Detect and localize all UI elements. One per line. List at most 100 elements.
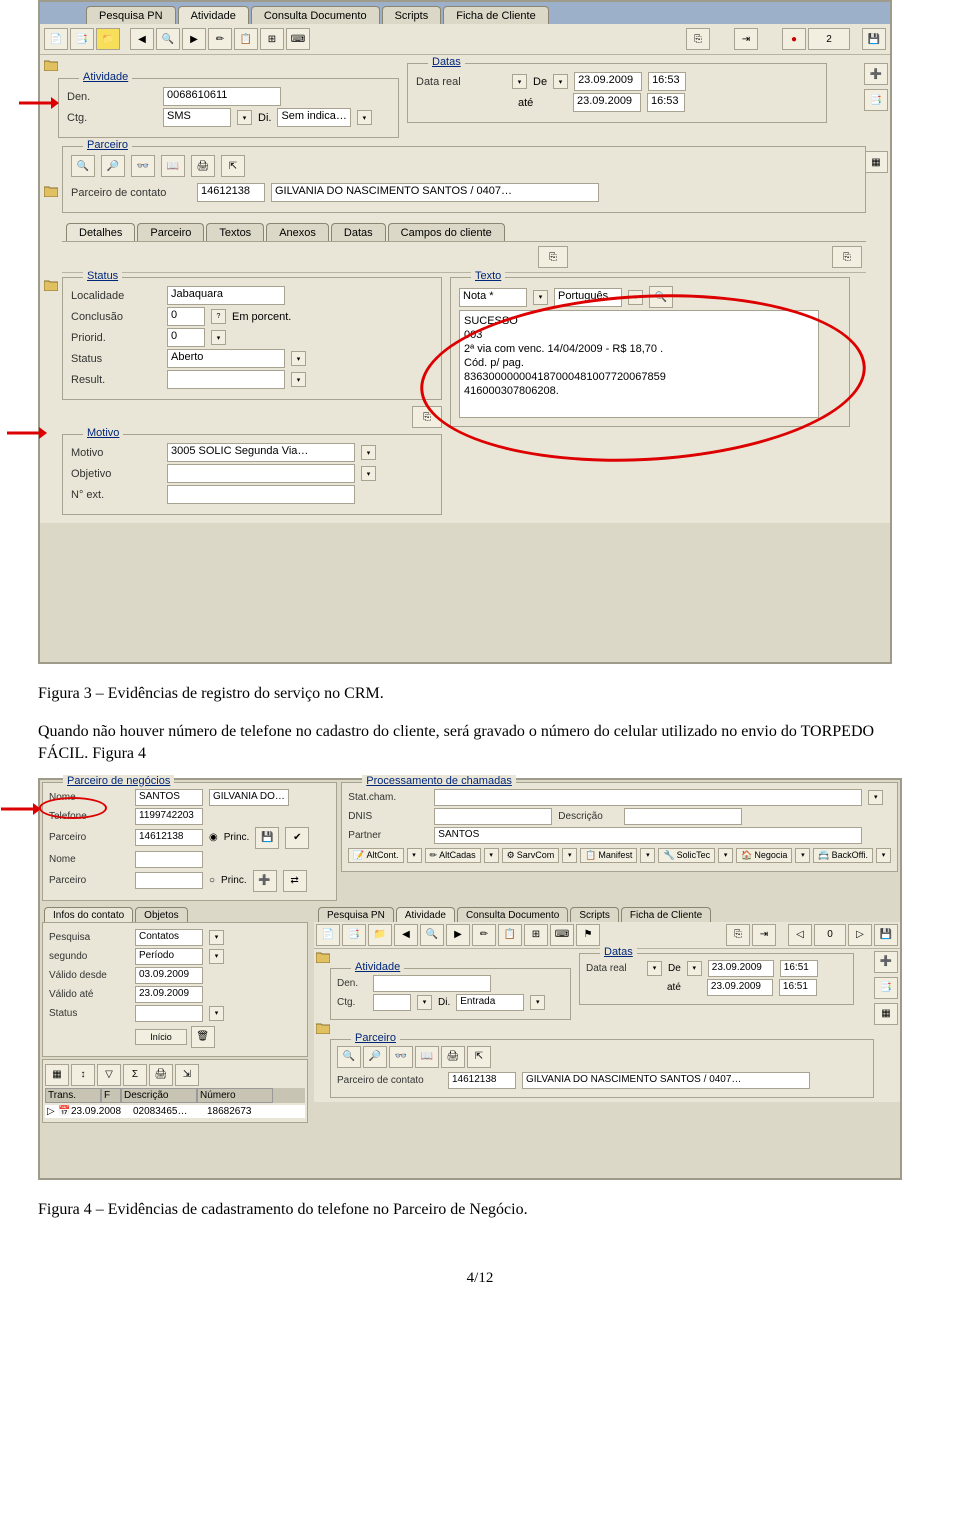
de-time-field[interactable]: 16:53: [648, 72, 686, 91]
action-negocia[interactable]: 🏠Negocia: [736, 848, 792, 863]
folder-icon[interactable]: [44, 59, 58, 71]
parceiro-name-field[interactable]: GILVANIA DO NASCIMENTO SANTOS / 0407…: [271, 183, 599, 202]
back-icon[interactable]: ◀: [130, 28, 154, 50]
kbd-icon[interactable]: ⌨: [286, 28, 310, 50]
table-row[interactable]: ▷ 📅 23.09.2008 02083465… 18682673: [45, 1105, 305, 1118]
dup-icon[interactable]: ⎘: [686, 28, 710, 50]
dup3-icon[interactable]: ⎘: [832, 246, 862, 268]
side-copy-icon[interactable]: 📑: [864, 89, 888, 111]
conclusao-field[interactable]: 0: [167, 307, 205, 326]
di-field[interactable]: Sem indica…: [277, 108, 350, 127]
prior-dropdown-icon[interactable]: ▾: [211, 330, 226, 345]
exp3-icon[interactable]: ⇱: [467, 1046, 491, 1068]
dup4-icon[interactable]: ⎘: [412, 406, 442, 428]
side-add2-icon[interactable]: ➕: [874, 951, 898, 973]
ctg-dropdown-icon[interactable]: ▾: [237, 110, 252, 125]
rtab-ficha[interactable]: Ficha de Cliente: [621, 907, 711, 922]
action-altcadas[interactable]: ✏AltCadas: [425, 848, 481, 863]
nota-field[interactable]: Nota *: [459, 288, 527, 307]
copy2-icon[interactable]: 📑: [342, 924, 366, 946]
back2-icon[interactable]: ◀: [394, 924, 418, 946]
objetivo-dropdown-icon[interactable]: ▾: [361, 466, 376, 481]
glasses-icon[interactable]: 👓: [131, 155, 155, 177]
forward-icon[interactable]: ▶: [182, 28, 206, 50]
date-icon[interactable]: ▾: [512, 74, 527, 89]
objetivo-field[interactable]: [167, 464, 355, 483]
filter-icon[interactable]: ▽: [97, 1064, 121, 1086]
den2-field[interactable]: [373, 975, 491, 992]
side-add-icon[interactable]: ➕: [864, 63, 888, 85]
out2-icon[interactable]: ⇥: [752, 924, 776, 946]
motivo-field[interactable]: 3005 SOLIC Segunda Via…: [167, 443, 355, 462]
export2-icon[interactable]: ⇲: [175, 1064, 199, 1086]
status2-field[interactable]: [135, 1005, 203, 1022]
save2-icon[interactable]: 💾: [874, 924, 898, 946]
book-icon[interactable]: 📖: [161, 155, 185, 177]
result-dropdown-icon[interactable]: ▾: [291, 372, 306, 387]
glass3-icon[interactable]: 👓: [389, 1046, 413, 1068]
print2-icon[interactable]: 🖨: [149, 1064, 173, 1086]
kbd2-icon[interactable]: ⌨: [550, 924, 574, 946]
find3-icon[interactable]: 🔍: [337, 1046, 361, 1068]
folder-icon[interactable]: [44, 185, 58, 197]
tab-scripts[interactable]: Scripts: [382, 6, 442, 24]
subtab-detalhes[interactable]: Detalhes: [66, 223, 135, 241]
print-icon[interactable]: 🖨: [191, 155, 215, 177]
export-icon[interactable]: ⇱: [221, 155, 245, 177]
parceiro-code-field[interactable]: 14612138: [197, 183, 265, 202]
ctg-field[interactable]: SMS: [163, 108, 231, 127]
save-partner-icon[interactable]: 💾: [255, 827, 279, 849]
list2-icon[interactable]: 📋: [498, 924, 522, 946]
side-grid2-icon[interactable]: ▦: [874, 1003, 898, 1025]
action-sarvcom[interactable]: ⚙SarvCom: [502, 848, 560, 863]
copy-icon[interactable]: 📑: [70, 28, 94, 50]
valido-desde-field[interactable]: 03.09.2009: [135, 967, 203, 984]
folder-plus-icon[interactable]: 📁: [96, 28, 120, 50]
segundo-field[interactable]: Período: [135, 948, 203, 965]
dup5-icon[interactable]: ⎘: [726, 924, 750, 946]
tab-infos-contato[interactable]: Infos do contato: [44, 907, 133, 922]
subtab-datas[interactable]: Datas: [331, 223, 386, 241]
prev-icon[interactable]: ◁: [788, 924, 812, 946]
side-grid-icon[interactable]: ▦: [864, 151, 888, 173]
save-icon[interactable]: 💾: [862, 28, 886, 50]
tab-atividade[interactable]: Atividade: [178, 6, 249, 24]
subtab-campos-cliente[interactable]: Campos do cliente: [388, 223, 505, 241]
tab-objetos[interactable]: Objetos: [135, 907, 187, 922]
new-icon[interactable]: 📄: [44, 28, 68, 50]
side-copy2-icon[interactable]: 📑: [874, 977, 898, 999]
binoculars-icon[interactable]: 🔎: [101, 155, 125, 177]
princ2-radio[interactable]: ○: [209, 875, 215, 886]
edit-icon[interactable]: ✏: [208, 28, 232, 50]
subtab-textos[interactable]: Textos: [206, 223, 264, 241]
ate2-time-field[interactable]: 16:51: [779, 979, 817, 996]
out-icon[interactable]: ⇥: [734, 28, 758, 50]
misc-icon[interactable]: ⚑: [576, 924, 600, 946]
new2-icon[interactable]: 📄: [316, 924, 340, 946]
book3-icon[interactable]: 📖: [415, 1046, 439, 1068]
partner-field[interactable]: SANTOS: [434, 827, 862, 844]
de-dropdown-icon[interactable]: ▾: [553, 74, 568, 89]
check-icon[interactable]: ✔: [285, 827, 309, 849]
subtab-parceiro[interactable]: Parceiro: [137, 223, 204, 241]
princ-radio[interactable]: ◉: [209, 832, 218, 843]
sort-icon[interactable]: ↕: [71, 1064, 95, 1086]
stat-dropdown-icon[interactable]: ▾: [868, 790, 883, 805]
record-icon[interactable]: ●: [782, 28, 806, 50]
den-field[interactable]: 0068610611: [163, 87, 281, 106]
motivo-dropdown-icon[interactable]: ▾: [361, 445, 376, 460]
parceiro-field[interactable]: 14612138: [135, 829, 203, 846]
tab-pesquisa-pn[interactable]: Pesquisa PN: [86, 6, 176, 24]
ctg2-field[interactable]: [373, 994, 411, 1011]
grid-icon[interactable]: ⊞: [260, 28, 284, 50]
folder-icon[interactable]: [44, 279, 58, 291]
print3-icon[interactable]: 🖨: [441, 1046, 465, 1068]
action-manifest[interactable]: 📋Manifest: [580, 848, 637, 863]
search-icon[interactable]: 🔍: [156, 28, 180, 50]
action-altcont[interactable]: 📝AltCont.: [348, 848, 403, 863]
action-solictec[interactable]: 🔧SolicTec: [658, 848, 715, 863]
inicio-button[interactable]: Início: [135, 1029, 187, 1045]
parc2-code-field[interactable]: 14612138: [448, 1072, 516, 1089]
status-field[interactable]: Aberto: [167, 349, 285, 368]
trash-icon[interactable]: 🗑: [191, 1026, 215, 1048]
